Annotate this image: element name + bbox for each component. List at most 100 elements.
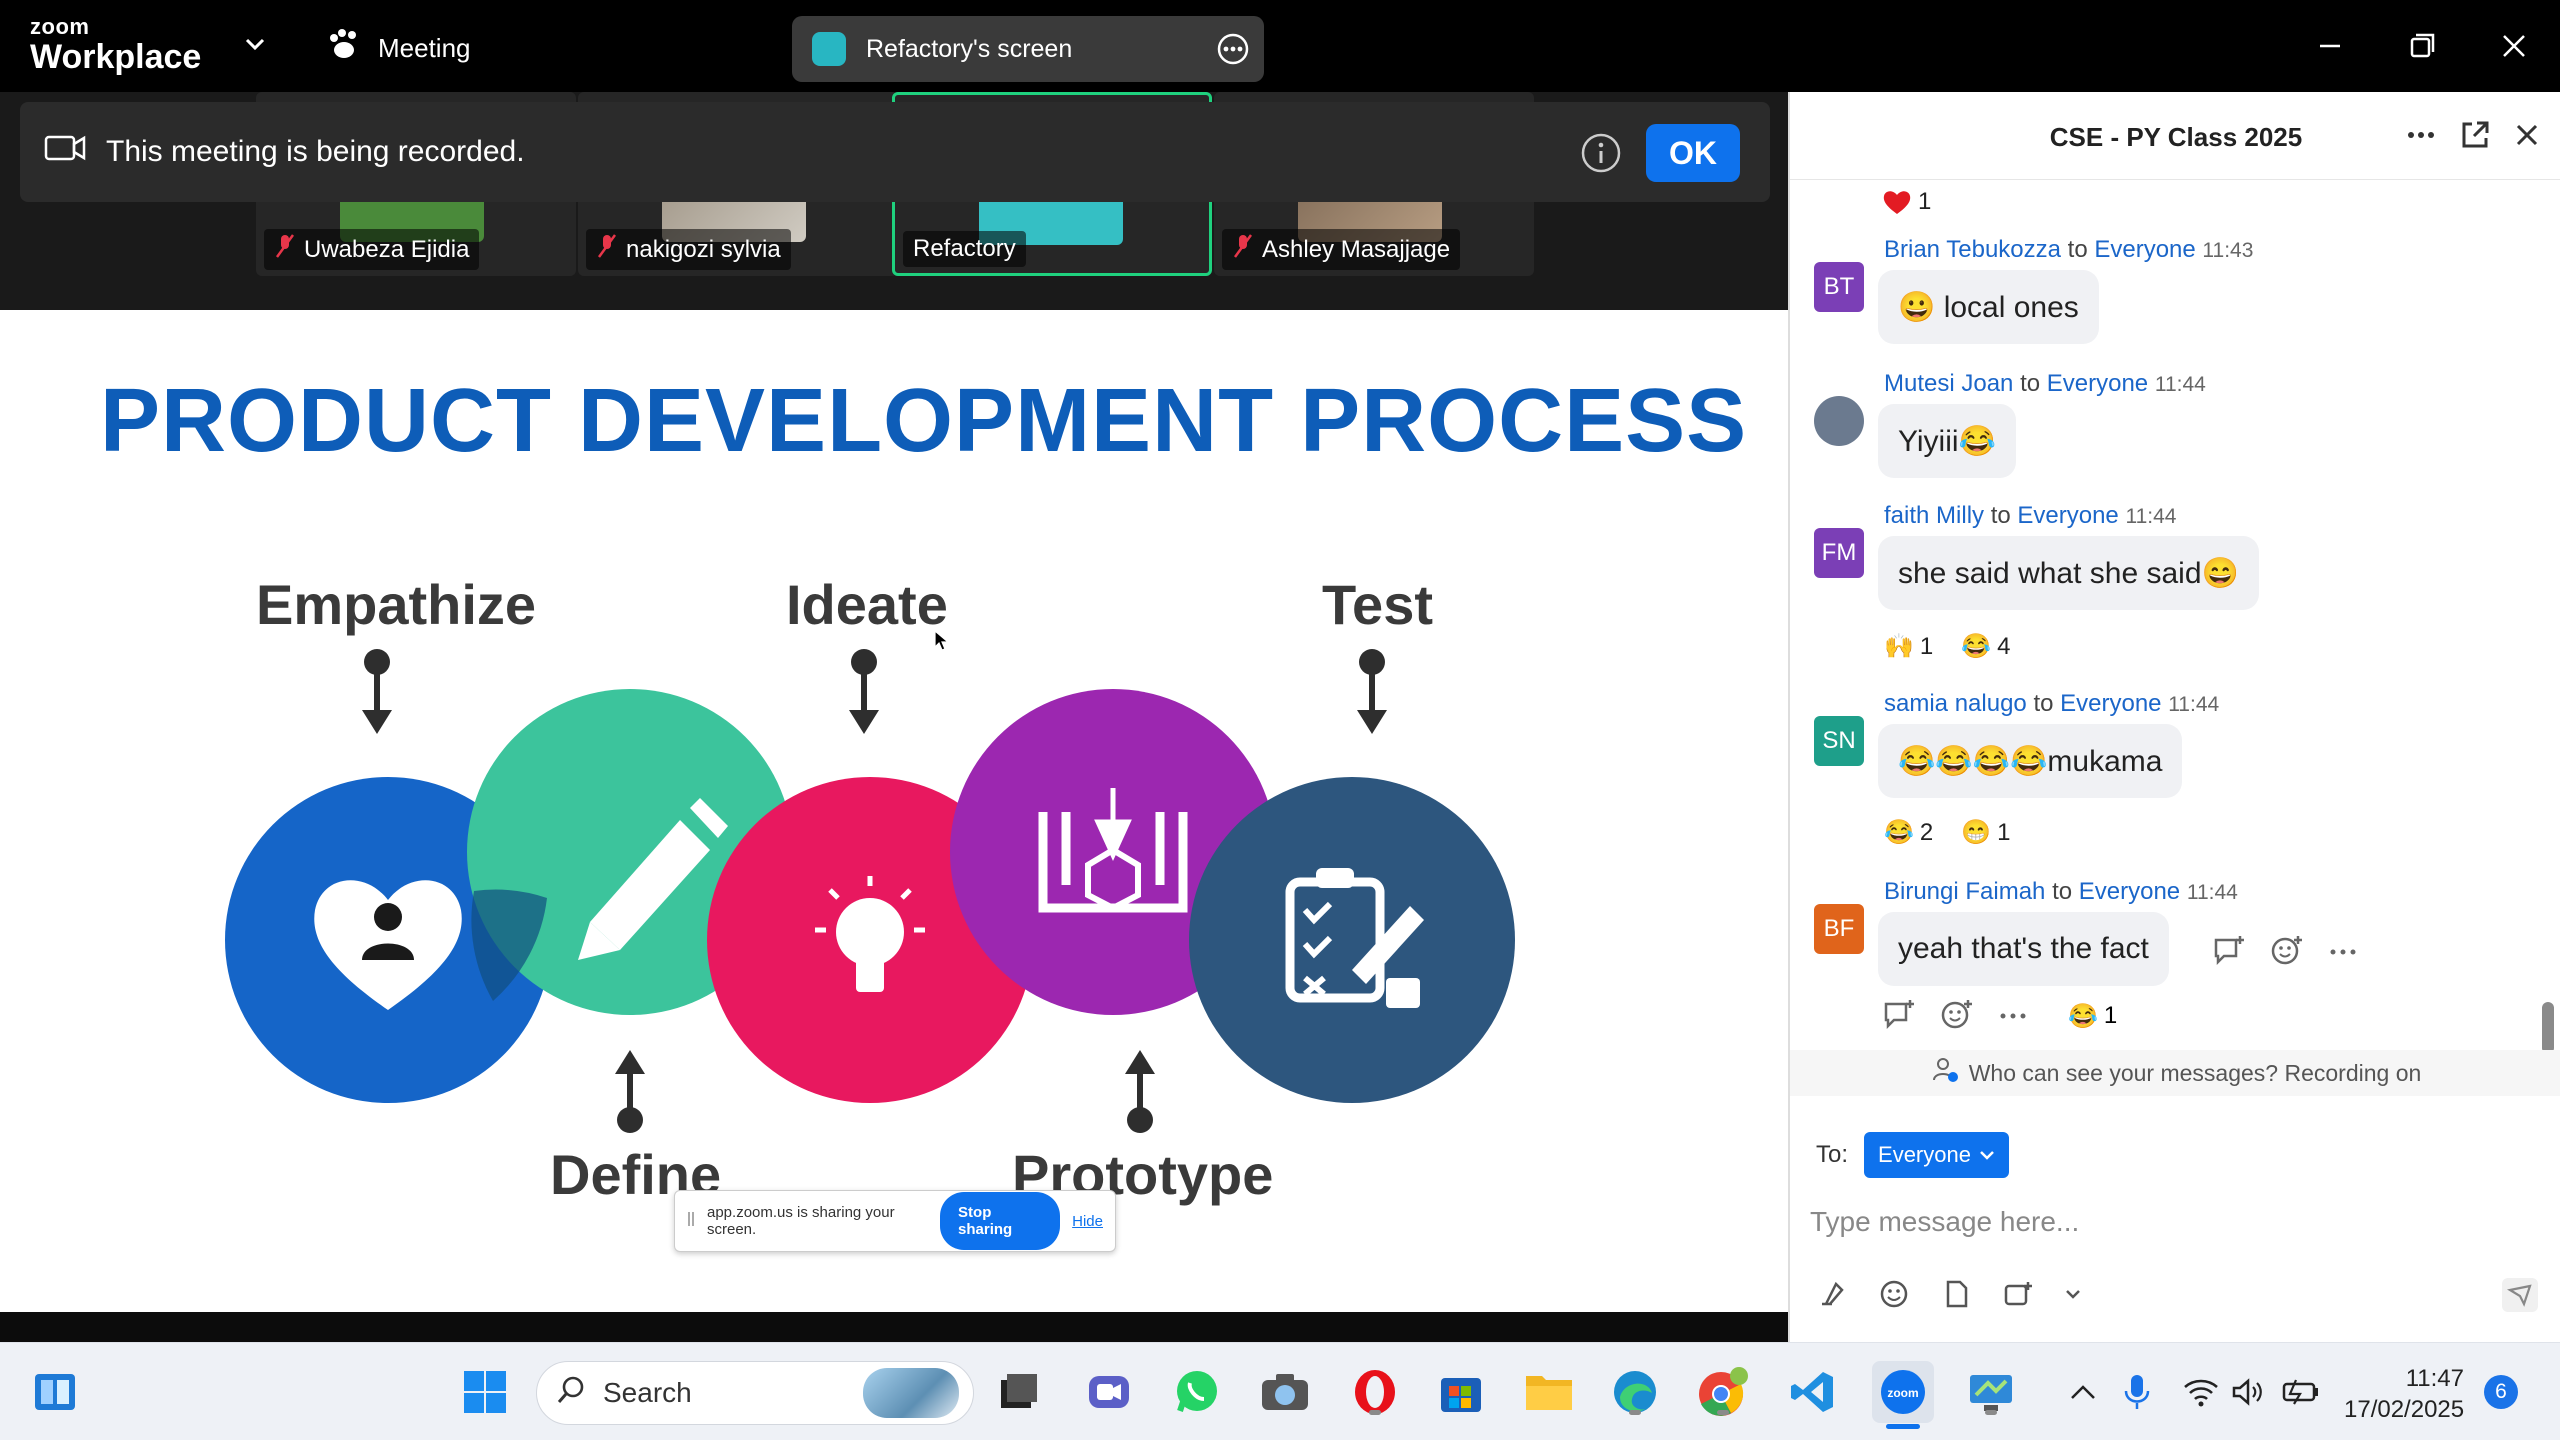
video-camera-icon — [44, 133, 86, 171]
reaction-emoji: 😁 — [1961, 819, 1992, 846]
chevron-down-icon[interactable] — [2064, 1287, 2082, 1306]
camera-app-icon[interactable] — [1258, 1365, 1312, 1419]
chevron-down-icon[interactable] — [244, 36, 266, 57]
avatar: FM — [1814, 528, 1864, 578]
microphone-icon[interactable] — [2110, 1365, 2164, 1419]
running-indicator — [1629, 1410, 1641, 1415]
microsoft-store-icon[interactable] — [1434, 1365, 1488, 1419]
remote-desktop-icon[interactable] — [1964, 1365, 2018, 1419]
more-icon[interactable] — [1998, 1008, 2028, 1026]
restore-icon[interactable] — [2398, 22, 2446, 70]
participant-name: Ashley Masajjage — [1262, 235, 1451, 263]
file-explorer-icon[interactable] — [1522, 1365, 1576, 1419]
chat-scrollbar[interactable] — [2542, 1002, 2554, 1054]
chevron-up-icon[interactable] — [2056, 1365, 2110, 1419]
screenshot-icon[interactable] — [2002, 1278, 2034, 1315]
message-bubble[interactable]: Yiyiii😂 — [1878, 404, 2016, 478]
message-bubble[interactable]: 😂😂😂😂mukama — [1878, 724, 2183, 798]
reaction-chip[interactable]: 😂 2 — [1884, 818, 1933, 847]
shared-slide: PRODUCT DEVELOPMENT PROCESS Empathize Id… — [0, 310, 1788, 1312]
avatar: BT — [1814, 262, 1864, 312]
message-bubble[interactable]: yeah that's the fact — [1878, 912, 2169, 986]
ok-button[interactable]: OK — [1646, 124, 1740, 182]
whatsapp-icon[interactable] — [1170, 1365, 1224, 1419]
reaction-emoji: 🙌 — [1884, 633, 1914, 660]
clock-time: 11:47 — [2405, 1365, 2464, 1392]
task-view-icon[interactable] — [992, 1365, 1046, 1419]
meeting-menu[interactable]: Meeting — [326, 28, 471, 69]
minimize-icon[interactable] — [2306, 22, 2354, 70]
volume-icon[interactable] — [2220, 1365, 2274, 1419]
recipient[interactable]: Everyone — [2017, 502, 2118, 529]
system-clock[interactable]: 11:47 17/02/2025 — [2344, 1363, 2464, 1425]
file-icon[interactable] — [1940, 1278, 1972, 1315]
taskbar-search[interactable]: Search — [536, 1361, 974, 1425]
more-icon[interactable] — [1216, 32, 1250, 73]
sender-name[interactable]: faith Milly — [1884, 502, 1984, 529]
sender-name[interactable]: samia nalugo — [1884, 690, 2027, 717]
chat-panel: CSE - PY Class 2025 1 BT Brian Tebukozza… — [1788, 92, 2560, 1342]
message-bubble[interactable]: she said what she said😄 — [1878, 536, 2259, 610]
widgets-icon[interactable] — [28, 1365, 82, 1419]
recipient[interactable]: Everyone — [2060, 690, 2161, 717]
chrome-icon[interactable] — [1696, 1365, 1750, 1419]
vscode-icon[interactable] — [1786, 1365, 1840, 1419]
reaction-count: 2 — [1919, 818, 1934, 846]
recipient[interactable]: Everyone — [2094, 236, 2195, 263]
privacy-notice[interactable]: Who can see your messages? Recording on — [1790, 1050, 2560, 1096]
message-bubble[interactable]: 😀 local ones — [1878, 270, 2099, 344]
add-reaction-icon[interactable] — [2270, 934, 2304, 971]
sender-name[interactable]: Birungi Faimah — [1884, 878, 2045, 905]
opera-icon[interactable] — [1348, 1365, 1402, 1419]
emoji-icon[interactable] — [1878, 1278, 1910, 1315]
info-icon[interactable] — [1580, 132, 1622, 182]
video-chat-app-icon[interactable] — [1082, 1365, 1136, 1419]
refactory-app-icon — [812, 32, 846, 66]
to-label: to — [2033, 690, 2054, 717]
stop-sharing-button[interactable]: Stop sharing — [940, 1192, 1061, 1250]
reaction-chip[interactable]: 1 — [1882, 188, 1931, 216]
sender-name[interactable]: Brian Tebukozza — [1884, 236, 2061, 263]
drag-handle-icon[interactable] — [687, 1210, 695, 1232]
zoom-app-icon[interactable]: zoom — [1872, 1361, 1934, 1429]
reply-icon[interactable] — [1882, 998, 1916, 1035]
recipient-dropdown[interactable]: Everyone — [1864, 1132, 2009, 1178]
sender-name[interactable]: Mutesi Joan — [1884, 370, 2013, 397]
reaction-chip[interactable]: 😁 1 — [1961, 818, 2010, 847]
paw-icon — [326, 28, 362, 69]
screen-share-toast: app.zoom.us is sharing your screen. Stop… — [674, 1190, 1116, 1252]
recipient[interactable]: Everyone — [2079, 878, 2180, 905]
chat-messages: 1 BT Brian Tebukozza to Everyone 11:43 😀… — [1790, 180, 2560, 1146]
more-icon[interactable] — [2328, 944, 2358, 962]
timestamp: 11:43 — [2202, 239, 2254, 262]
windows-start-icon[interactable] — [458, 1365, 512, 1419]
hide-link[interactable]: Hide — [1072, 1213, 1103, 1230]
search-highlight-image — [863, 1368, 959, 1418]
reaction-chip[interactable]: 🙌 1 — [1884, 632, 1933, 661]
chat-toolbar — [1816, 1278, 2082, 1315]
notification-badge[interactable]: 6 — [2484, 1375, 2518, 1409]
mic-muted-icon — [596, 233, 618, 266]
reaction-chip[interactable]: 😂 1 — [2068, 1002, 2117, 1031]
edge-icon[interactable] — [1608, 1365, 1662, 1419]
close-icon[interactable] — [2510, 118, 2544, 157]
avatar: SN — [1814, 716, 1864, 766]
mouse-cursor-icon — [934, 629, 950, 657]
popout-icon[interactable] — [2458, 118, 2492, 157]
message-input[interactable] — [1810, 1192, 2530, 1252]
recipient[interactable]: Everyone — [2047, 370, 2148, 397]
participant-name-tag: Refactory — [903, 231, 1026, 267]
add-reaction-icon[interactable] — [1940, 998, 1974, 1035]
battery-icon[interactable] — [2274, 1365, 2328, 1419]
send-icon[interactable] — [2502, 1278, 2538, 1317]
reaction-chip[interactable]: 😂 4 — [1961, 632, 2010, 661]
message-header: Brian Tebukozza to Everyone 11:43 — [1884, 236, 2253, 264]
participant-name-tag: Ashley Masajjage — [1222, 229, 1461, 270]
screen-share-indicator[interactable]: Refactory's screen — [792, 16, 1264, 82]
reply-icon[interactable] — [2212, 934, 2246, 971]
reaction-emoji: 😂 — [1961, 633, 1992, 660]
participant-name: Refactory — [913, 235, 1016, 262]
close-icon[interactable] — [2490, 22, 2538, 70]
more-options-icon[interactable] — [2404, 118, 2438, 157]
format-text-icon[interactable] — [1816, 1278, 1848, 1315]
